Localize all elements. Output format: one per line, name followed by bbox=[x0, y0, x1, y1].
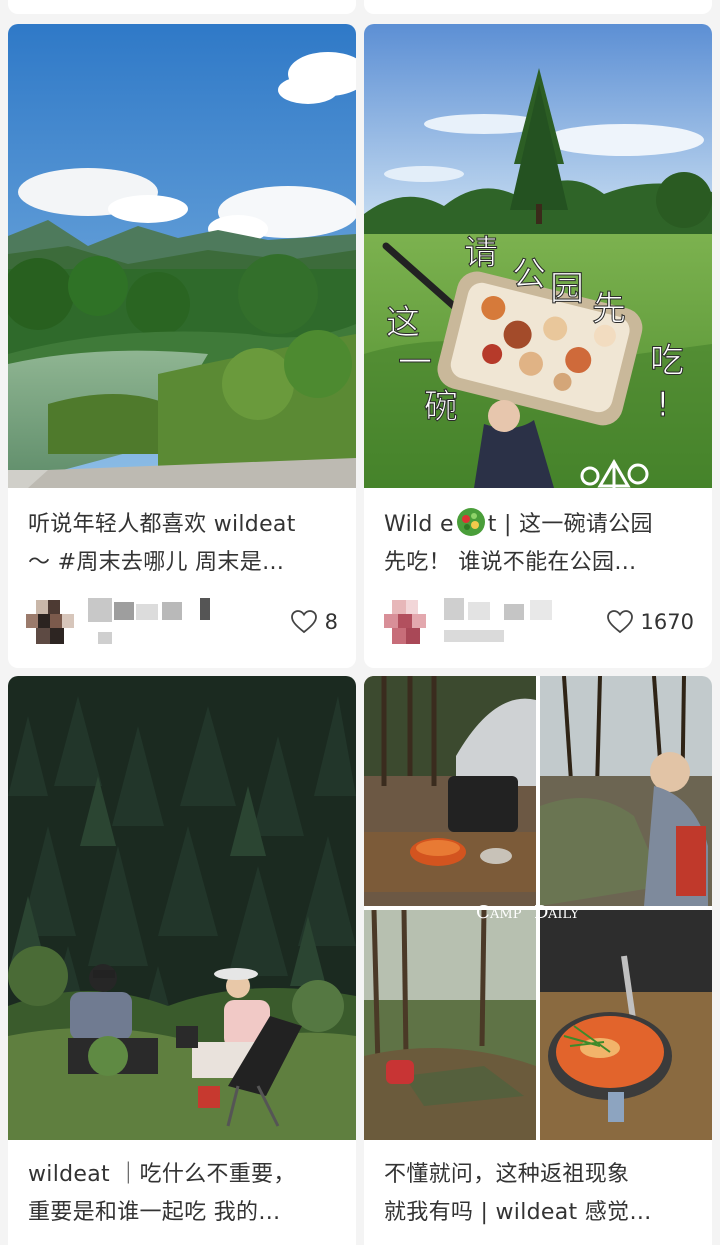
note-title[interactable]: 听说年轻人都喜欢 wildeat ～ #周末去哪儿 周末是… bbox=[28, 506, 338, 582]
note-title-line: Wild e t | 这一碗请公园 bbox=[384, 506, 694, 544]
svg-text:园: 园 bbox=[550, 269, 584, 309]
avatar[interactable] bbox=[382, 598, 432, 648]
note-title-line: ～ #周末去哪儿 周末是… bbox=[28, 550, 285, 575]
forest-picnic-couple-photo bbox=[8, 676, 356, 1140]
svg-text:C: C bbox=[476, 902, 490, 923]
note-title-line: 先吃！ 谁说不能在公园… bbox=[384, 550, 637, 575]
note-cover-image[interactable] bbox=[8, 24, 356, 488]
note-cover-image[interactable] bbox=[8, 676, 356, 1140]
note-title-line: wildeat ｜吃什么不重要， bbox=[28, 1162, 296, 1187]
title-part: Wild e bbox=[384, 512, 454, 537]
note-card[interactable]: wildeat ｜吃什么不重要， 重要是和谁一起吃 我的… bbox=[8, 676, 356, 1245]
note-card[interactable]: C AMP D AILY 不懂就问，这种返祖现象 就我有吗 | wildeat … bbox=[364, 676, 712, 1245]
svg-text:碗: 碗 bbox=[424, 387, 458, 427]
note-title[interactable]: wildeat ｜吃什么不重要， 重要是和谁一起吃 我的… bbox=[28, 1156, 338, 1232]
note-title-line: 听说年轻人都喜欢 wildeat bbox=[28, 512, 296, 537]
heart-outline-icon bbox=[606, 610, 633, 634]
note-title-line: 就我有吗 | wildeat 感觉… bbox=[384, 1200, 652, 1225]
note-card[interactable]: 请 公 园 先 吃 ! 这 一 碗 Wild e t | 这一碗请公园 先吃！ … bbox=[364, 24, 712, 668]
svg-text:吃: 吃 bbox=[650, 341, 684, 381]
like-count: 1670 bbox=[640, 610, 694, 634]
note-cover-image[interactable]: C AMP D AILY bbox=[364, 676, 712, 1140]
svg-text:!: ! bbox=[656, 385, 670, 425]
like-button[interactable]: 1670 bbox=[606, 610, 694, 634]
like-count: 8 bbox=[324, 610, 338, 634]
avatar[interactable] bbox=[26, 598, 76, 648]
note-title-line: 重要是和谁一起吃 我的… bbox=[28, 1200, 281, 1225]
like-button[interactable]: 8 bbox=[290, 610, 338, 634]
note-cover-image[interactable]: 请 公 园 先 吃 ! 这 一 碗 bbox=[364, 24, 712, 488]
previous-card-bottom-left bbox=[8, 0, 356, 14]
note-card[interactable]: 听说年轻人都喜欢 wildeat ～ #周末去哪儿 周末是… 8 bbox=[8, 24, 356, 668]
svg-text:一: 一 bbox=[398, 343, 432, 383]
title-part: t | 这一碗请公园 bbox=[487, 512, 653, 537]
note-title-line: 不懂就问，这种返祖现象 bbox=[384, 1162, 630, 1187]
svg-text:公: 公 bbox=[512, 255, 546, 295]
previous-card-bottom-right bbox=[364, 0, 712, 14]
note-meta: 1670 bbox=[382, 596, 694, 648]
svg-text:先: 先 bbox=[592, 289, 626, 329]
heart-outline-icon bbox=[290, 610, 317, 634]
username-blurred[interactable] bbox=[88, 596, 228, 646]
note-title[interactable]: Wild e t | 这一碗请公园 先吃！ 谁说不能在公园… bbox=[384, 506, 694, 582]
salad-emoji-icon bbox=[456, 508, 485, 536]
notes-feed: 听说年轻人都喜欢 wildeat ～ #周末去哪儿 周末是… 8 请 公 园 先… bbox=[0, 0, 720, 1245]
note-meta: 8 bbox=[26, 596, 338, 648]
username-blurred[interactable] bbox=[444, 596, 584, 646]
mountain-lake-photo bbox=[8, 24, 356, 488]
park-lunch-bowl-photo: 请 公 园 先 吃 ! 这 一 碗 bbox=[364, 24, 712, 488]
camping-collage-photo: C AMP D AILY bbox=[364, 676, 712, 1140]
svg-text:这: 这 bbox=[386, 303, 420, 343]
svg-text:请: 请 bbox=[464, 233, 498, 273]
note-title[interactable]: 不懂就问，这种返祖现象 就我有吗 | wildeat 感觉… bbox=[384, 1156, 694, 1232]
